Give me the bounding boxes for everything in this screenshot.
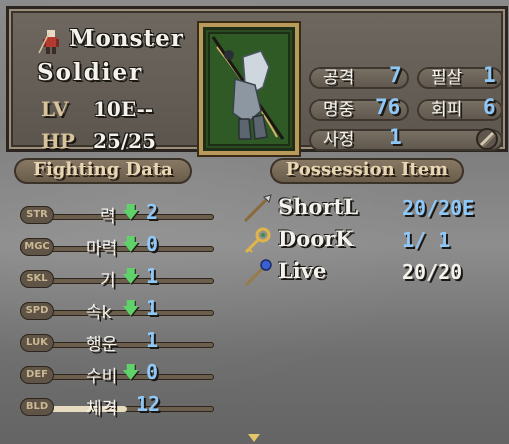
- item-row[interactable]: ShortL 20/20E: [242, 194, 498, 224]
- item-name: DoorK: [278, 226, 354, 251]
- stat-value: 0: [146, 232, 159, 256]
- critical-value: 1: [483, 63, 496, 87]
- critical-label: 필살: [431, 68, 463, 88]
- item-name: Live: [278, 258, 327, 283]
- scroll-down-indicator-icon[interactable]: [248, 434, 260, 442]
- stat-abbr: SKL: [20, 270, 54, 288]
- stat-label: 기: [100, 271, 116, 291]
- stat-row: MGC 마력 🡇 0: [20, 232, 216, 259]
- fighting-data-title: Fighting Data: [33, 159, 173, 180]
- hit-label: 명중: [323, 100, 355, 120]
- stat-abbr: DEF: [20, 366, 54, 384]
- avoid-value: 6: [483, 95, 496, 119]
- spear-icon: [242, 194, 272, 224]
- level-value: 10E--: [93, 97, 154, 121]
- range-label: 사정: [323, 130, 355, 150]
- unit-name: Monster: [69, 25, 184, 52]
- stat-row: SPD 속k 🡇 1: [20, 296, 216, 323]
- stat-abbr: MGC: [20, 238, 54, 256]
- attack-value: 7: [389, 63, 402, 87]
- stat-row: SKL 기 🡇 1: [20, 264, 216, 291]
- possession-item-header: Possession Item: [270, 158, 464, 184]
- stat-label: 마력: [86, 239, 118, 259]
- stat-abbr: LUK: [20, 334, 54, 352]
- stat-value: 1: [146, 328, 159, 352]
- item-row[interactable]: DoorK 1/ 1: [242, 226, 498, 256]
- stat-label: 력: [100, 207, 116, 227]
- details-area: Fighting Data Possession Item STR 력 🡇 2 MGC 마…: [6, 150, 502, 444]
- level-label: LV: [41, 97, 69, 121]
- key-icon: [242, 226, 272, 256]
- unit-info-panel: Monster Soldier LV 10E-- HP 25/25 공격 7 필…: [6, 6, 508, 155]
- possession-item-title: Possession Item: [285, 159, 449, 180]
- stat-abbr: BLD: [20, 398, 54, 416]
- down-arrow-icon: 🡇: [122, 203, 140, 223]
- hit-value: 76: [375, 95, 401, 119]
- item-uses: 20/20E: [402, 196, 475, 220]
- weapon-rank-icon: [476, 128, 498, 150]
- item-row[interactable]: Live 20/20: [242, 258, 498, 288]
- down-arrow-icon: 🡇: [122, 267, 140, 287]
- stat-row: BLD 체격 12: [20, 392, 216, 419]
- attack-label: 공격: [323, 68, 355, 88]
- down-arrow-icon: 🡇: [122, 363, 140, 383]
- soldier-map-sprite-icon: [38, 30, 59, 54]
- stat-label: 속k: [86, 303, 112, 323]
- staff-icon: [242, 258, 272, 288]
- avoid-label: 회피: [431, 100, 463, 120]
- stat-label: 행운: [86, 335, 118, 355]
- stat-abbr: STR: [20, 206, 54, 224]
- unit-class: Soldier: [37, 59, 144, 86]
- unit-status-screen: Monster Soldier LV 10E-- HP 25/25 공격 7 필…: [0, 0, 509, 444]
- stat-row: LUK 행운 1: [20, 328, 216, 355]
- down-arrow-icon: 🡇: [122, 235, 140, 255]
- stat-value: 0: [146, 360, 159, 384]
- item-name: ShortL: [278, 194, 358, 219]
- stat-value: 1: [146, 264, 159, 288]
- range-value: 1: [389, 125, 402, 149]
- item-uses: 20/20: [402, 260, 463, 284]
- stat-row: DEF 수비 🡇 0: [20, 360, 216, 387]
- stat-label: 수비: [86, 367, 118, 387]
- stat-value: 2: [146, 200, 159, 224]
- unit-portrait: [199, 23, 299, 155]
- stat-value: 12: [136, 392, 161, 416]
- stat-abbr: SPD: [20, 302, 54, 320]
- fighting-data-header: Fighting Data: [14, 158, 192, 184]
- soldier-portrait-icon: [208, 32, 290, 146]
- item-uses: 1/ 1: [402, 228, 451, 252]
- stat-label: 체격: [86, 399, 118, 419]
- stat-row: STR 력 🡇 2: [20, 200, 216, 227]
- down-arrow-icon: 🡇: [122, 299, 140, 319]
- stat-value: 1: [146, 296, 159, 320]
